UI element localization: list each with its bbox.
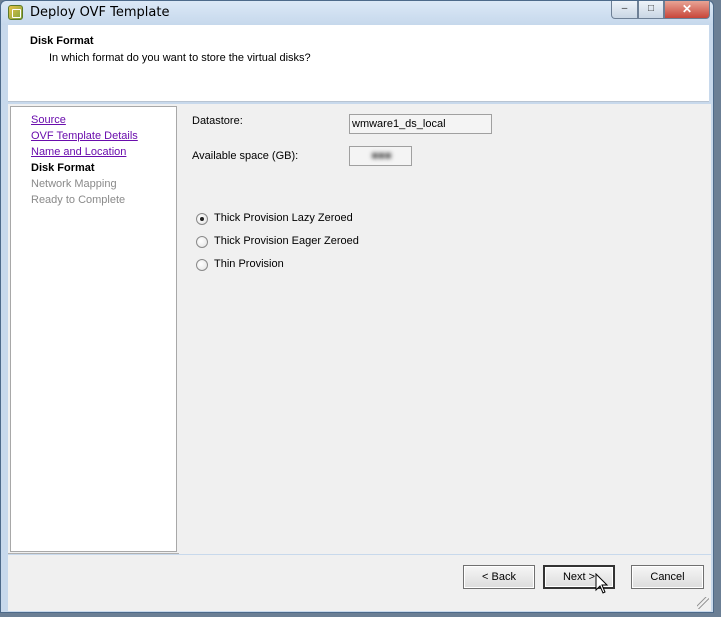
available-space-label: Available space (GB): xyxy=(192,150,299,162)
minimize-button[interactable]: – xyxy=(611,1,638,19)
radio-checked-icon[interactable] xyxy=(196,213,208,225)
option-label[interactable]: Thick Provision Lazy Zeroed xyxy=(214,212,353,224)
back-button[interactable]: < Back xyxy=(463,565,535,589)
step-network-mapping: Network Mapping xyxy=(31,178,117,190)
deploy-ovf-window: Deploy OVF Template – □ ✕ Disk Format In… xyxy=(0,0,714,613)
available-space-value: ■■■ xyxy=(371,150,392,162)
step-name-and-location[interactable]: Name and Location xyxy=(31,146,126,158)
maximize-button[interactable]: □ xyxy=(638,1,664,19)
cancel-button[interactable]: Cancel xyxy=(631,565,704,589)
step-ready-to-complete: Ready to Complete xyxy=(31,194,126,206)
window-title: Deploy OVF Template xyxy=(30,5,170,20)
wizard-steps-nav: Source OVF Template Details Name and Loc… xyxy=(10,106,177,552)
datastore-value: wmware1_ds_local xyxy=(352,118,446,130)
page-title: Disk Format xyxy=(30,35,94,47)
option-label[interactable]: Thin Provision xyxy=(214,258,284,270)
mouse-pointer-icon xyxy=(595,573,609,594)
radio-unchecked-icon[interactable] xyxy=(196,259,208,271)
datastore-field: wmware1_ds_local xyxy=(349,114,492,134)
disk-format-panel: Datastore: wmware1_ds_local Available sp… xyxy=(179,104,711,554)
radio-unchecked-icon[interactable] xyxy=(196,236,208,248)
title-bar[interactable]: Deploy OVF Template – □ ✕ xyxy=(1,1,713,25)
close-button[interactable]: ✕ xyxy=(664,1,710,19)
step-ovf-template-details[interactable]: OVF Template Details xyxy=(31,130,138,142)
page-subtitle: In which format do you want to store the… xyxy=(49,52,311,64)
step-disk-format: Disk Format xyxy=(31,162,95,174)
vsphere-app-icon xyxy=(8,5,23,20)
datastore-label: Datastore: xyxy=(192,115,243,127)
available-space-field: ■■■ xyxy=(349,146,412,166)
resize-grip-icon[interactable] xyxy=(697,597,709,609)
option-label[interactable]: Thick Provision Eager Zeroed xyxy=(214,235,359,247)
wizard-header: Disk Format In which format do you want … xyxy=(8,25,709,102)
step-source[interactable]: Source xyxy=(31,114,66,126)
wizard-body: Source OVF Template Details Name and Loc… xyxy=(8,104,711,554)
